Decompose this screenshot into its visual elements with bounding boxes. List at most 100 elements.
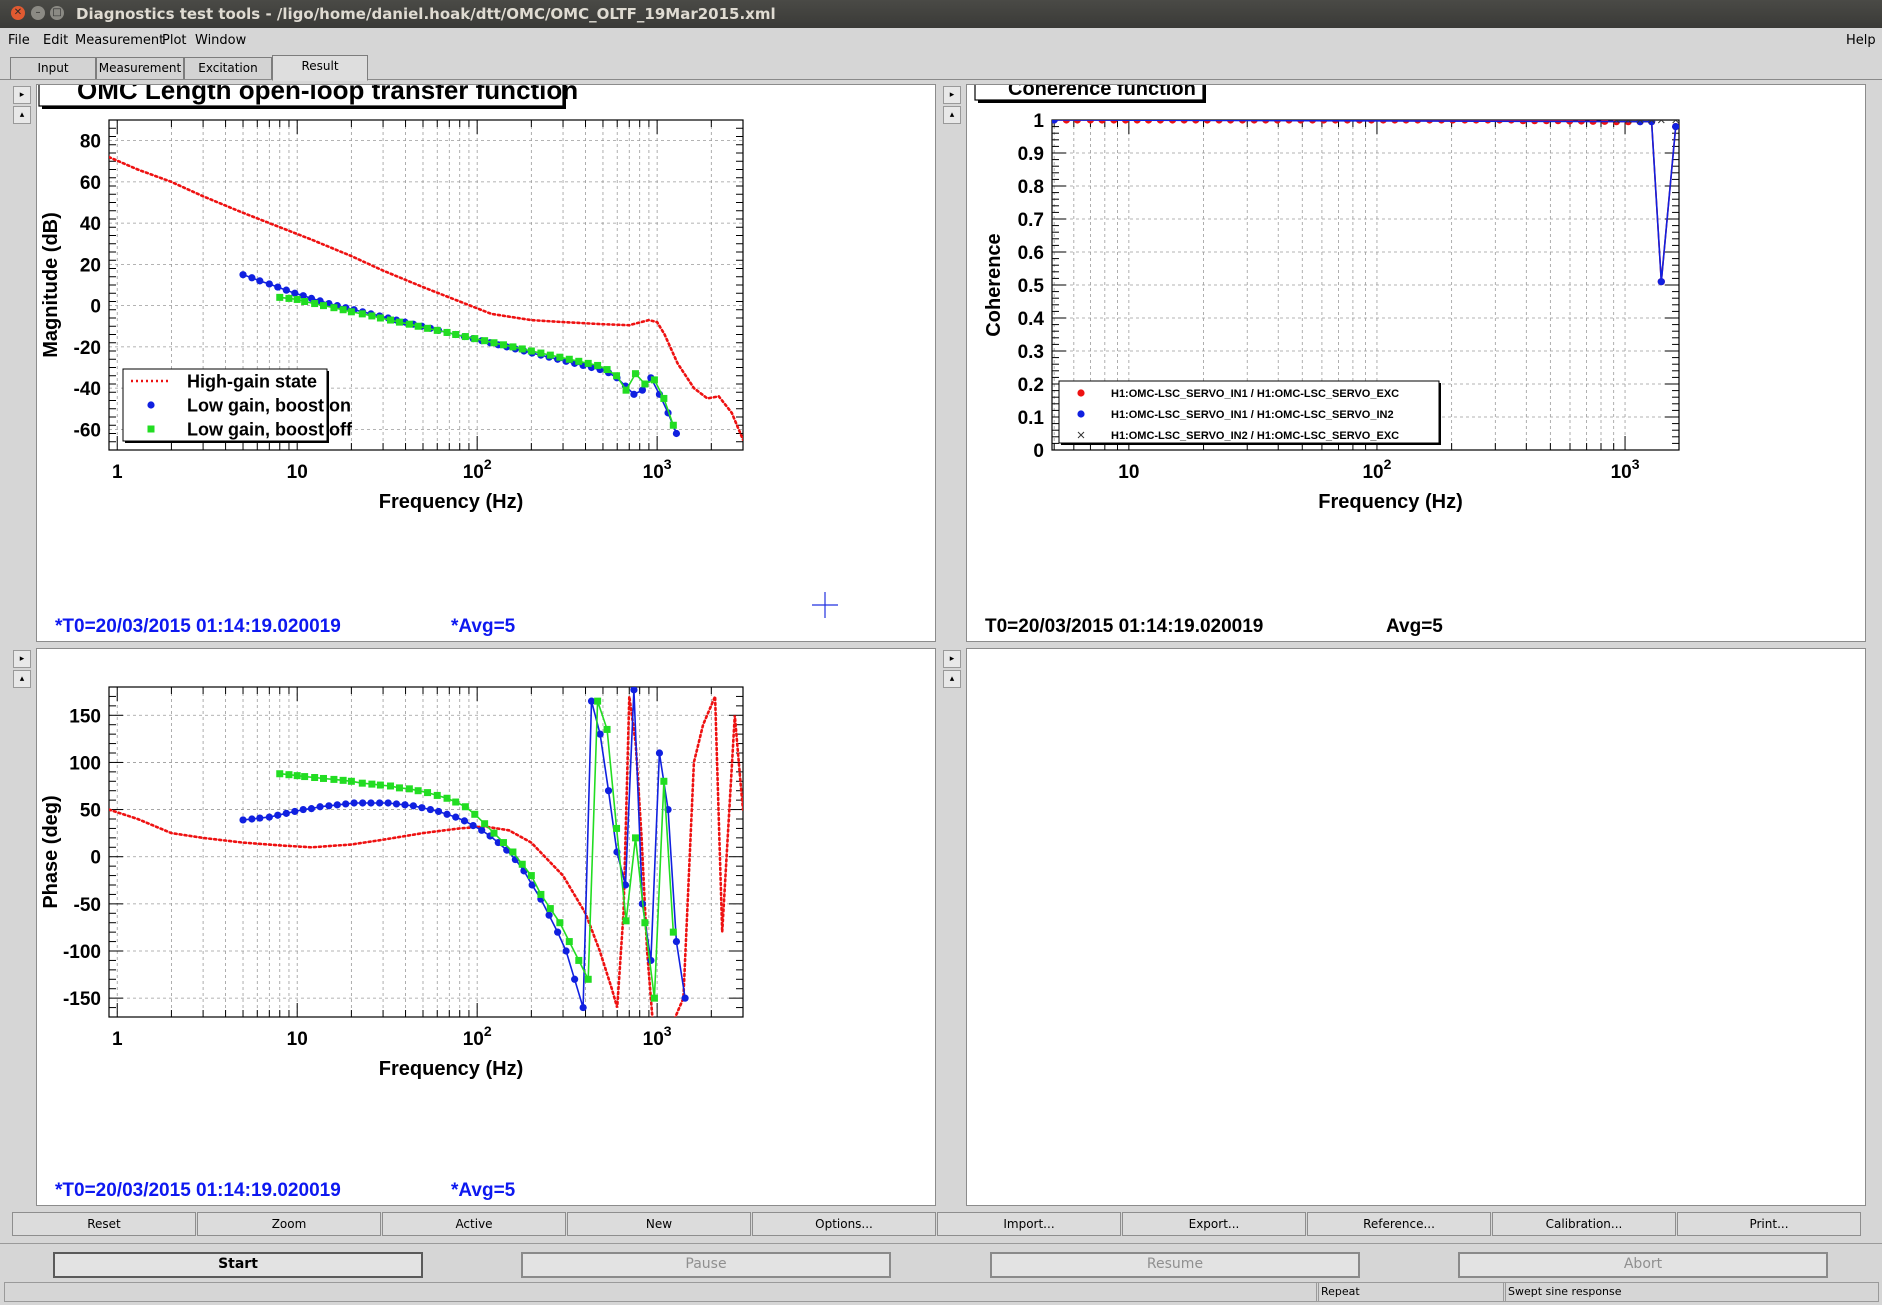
- y-tick-label: -150: [63, 989, 101, 1010]
- y-tick-label: 100: [69, 753, 101, 774]
- pad1-expand-right-icon[interactable]: ▸: [13, 86, 31, 104]
- y-tick-label: 1: [1033, 111, 1044, 132]
- data-point: [347, 308, 355, 316]
- data-point: [311, 300, 319, 308]
- tab-result[interactable]: Result: [272, 55, 368, 81]
- menu-measurement[interactable]: Measurement: [75, 33, 164, 48]
- y-tick-label: -100: [63, 942, 101, 963]
- reset-button[interactable]: Reset: [12, 1212, 196, 1236]
- magnitude-chart[interactable]: 80 60 40 20 0 -20 -40 -60 1 10 102 103 Frequency (Hz…: [37, 75, 935, 641]
- tab-measurement[interactable]: Measurement: [96, 57, 184, 79]
- data-point: [1391, 120, 1399, 124]
- data-point: [301, 298, 309, 305]
- data-point: [256, 814, 264, 822]
- tab-bar: Input Measurement Excitation Result: [0, 55, 1882, 81]
- tab-excitation[interactable]: Excitation: [184, 57, 272, 79]
- pad1-expand-up-icon[interactable]: ▴: [13, 106, 31, 124]
- pad4-expand-right-icon[interactable]: ▸: [943, 650, 961, 668]
- x-axis-label: Frequency (Hz): [379, 491, 523, 513]
- empty-plot-pad[interactable]: [966, 648, 1866, 1206]
- legend-sample: [147, 425, 155, 433]
- crosshair-cursor-icon: [812, 592, 838, 618]
- pad3-expand-right-icon[interactable]: ▸: [13, 650, 31, 668]
- window-title: Diagnostics test tools - /ligo/home/dani…: [76, 5, 776, 23]
- title-bar: ✕ – □ Diagnostics test tools - /ligo/hom…: [0, 0, 1882, 28]
- coherence-t0-stamp: T0=20/03/2015 01:14:19.020019: [985, 616, 1264, 637]
- menu-help[interactable]: Help: [1846, 33, 1876, 48]
- data-point: [509, 343, 517, 351]
- coherence-plot-pad[interactable]: 0 0.1 0.2 0.3 0.4 0.5 0.6 0.7 0.8 0.9 1 10 102 103 Fre…: [966, 75, 1866, 642]
- data-point: [1355, 120, 1364, 124]
- data-point: [527, 347, 535, 355]
- export-button[interactable]: Export...: [1122, 1212, 1306, 1236]
- data-point: [405, 320, 413, 328]
- menu-file[interactable]: File: [8, 33, 30, 48]
- coherence-avg-stamp: Avg=5: [1386, 616, 1443, 637]
- tab-input[interactable]: Input: [10, 57, 96, 79]
- close-icon[interactable]: ✕: [11, 6, 25, 20]
- data-point: [301, 773, 309, 781]
- data-point: [554, 928, 562, 936]
- pad2-expand-up-icon[interactable]: ▴: [943, 106, 961, 124]
- reference-button[interactable]: Reference...: [1307, 1212, 1491, 1236]
- data-point: [350, 799, 358, 807]
- abort-button[interactable]: Abort: [1458, 1252, 1828, 1278]
- pad3-expand-up-icon[interactable]: ▴: [13, 670, 31, 688]
- data-point: [1414, 120, 1422, 124]
- data-point: [631, 834, 639, 842]
- phase-plot-pad[interactable]: 150 100 50 0 -50 -100 -150 1 10 102 103 Frequency (…: [36, 648, 936, 1206]
- data-point: [293, 295, 301, 303]
- data-point: [622, 917, 630, 925]
- y-tick-label: 0.4: [1018, 309, 1045, 330]
- data-point: [672, 429, 681, 438]
- active-button[interactable]: Active: [382, 1212, 566, 1236]
- data-point: [368, 312, 376, 320]
- options-button[interactable]: Options...: [752, 1212, 936, 1236]
- data-point: [565, 938, 573, 946]
- legend-label: H1:OMC-LSC_SERVO_IN2 / H1:OMC-LSC_SERVO_…: [1111, 430, 1399, 442]
- pad4-expand-up-icon[interactable]: ▴: [943, 670, 961, 688]
- x-tick-exponent: 3: [664, 1023, 672, 1039]
- new-button[interactable]: New: [567, 1212, 751, 1236]
- y-tick-label: -40: [74, 379, 101, 400]
- data-point: [293, 772, 301, 780]
- menu-window[interactable]: Window: [195, 33, 246, 48]
- x-tick-label: 102: [463, 1023, 492, 1050]
- data-point: [647, 956, 655, 965]
- data-point: [631, 370, 639, 378]
- data-point: [669, 421, 677, 429]
- x-tick-label: 10: [1118, 462, 1139, 483]
- resume-button[interactable]: Resume: [990, 1252, 1360, 1278]
- phase-chart[interactable]: 150 100 50 0 -50 -100 -150 1 10 102 103 Frequency (…: [37, 649, 935, 1205]
- coherence-chart[interactable]: 0 0.1 0.2 0.3 0.4 0.5 0.6 0.7 0.8 0.9 1 10 102 103 Fre…: [967, 75, 1865, 641]
- import-button[interactable]: Import...: [937, 1212, 1121, 1236]
- magnitude-plot-pad[interactable]: 80 60 40 20 0 -20 -40 -60 1 10 102 103 Frequency (Hz…: [36, 75, 936, 642]
- start-button[interactable]: Start: [53, 1252, 423, 1278]
- data-point: [433, 326, 441, 334]
- data-point: [681, 994, 689, 1002]
- phase-avg-stamp: *Avg=5: [451, 1180, 516, 1201]
- minimize-icon[interactable]: –: [31, 6, 45, 20]
- y-tick-label: 0.9: [1018, 144, 1044, 165]
- zoom-button[interactable]: Zoom: [197, 1212, 381, 1236]
- print-button[interactable]: Print...: [1677, 1212, 1861, 1236]
- menu-edit[interactable]: Edit: [43, 33, 68, 48]
- y-tick-label: 80: [80, 132, 101, 153]
- data-point: [434, 807, 443, 816]
- x-tick-exponent: 3: [664, 456, 672, 472]
- status-measurement-type: Swept sine response: [1503, 1282, 1879, 1302]
- data-point: [311, 774, 319, 782]
- pad2-expand-right-icon[interactable]: ▸: [943, 86, 961, 104]
- maximize-icon[interactable]: □: [50, 6, 64, 20]
- data-point: [319, 302, 327, 310]
- calibration-button[interactable]: Calibration...: [1492, 1212, 1676, 1236]
- x-tick-label: 10: [287, 1029, 308, 1050]
- data-point: [424, 324, 432, 332]
- menu-plot[interactable]: Plot: [162, 33, 187, 48]
- data-point: [527, 872, 535, 880]
- data-point: [471, 335, 479, 343]
- data-point: [452, 813, 460, 821]
- x-tick-exponent: 3: [1632, 456, 1640, 472]
- pause-button[interactable]: Pause: [521, 1252, 891, 1278]
- data-point: [650, 376, 658, 384]
